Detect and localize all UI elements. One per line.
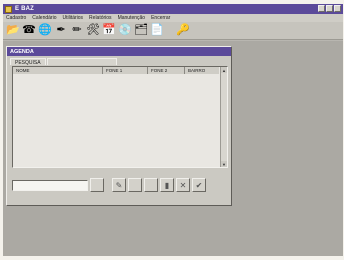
- minimize-button[interactable]: [318, 5, 325, 12]
- ok-icon[interactable]: ✔: [192, 178, 206, 192]
- calendar-icon[interactable]: 📅: [102, 24, 116, 38]
- phone-icon[interactable]: ☎: [22, 24, 36, 38]
- menu-cadastro[interactable]: Cadastro: [6, 15, 26, 21]
- tab-2[interactable]: [46, 58, 117, 65]
- app-titlebar: E BAZ: [3, 4, 343, 14]
- close-button[interactable]: [334, 5, 341, 12]
- app-icon: [5, 5, 12, 13]
- column-nome[interactable]: NOME: [13, 67, 103, 74]
- pencil-icon[interactable]: ✏: [70, 24, 84, 38]
- tools-icon[interactable]: 🛠: [86, 24, 100, 38]
- grid-scrollbar[interactable]: ▲ ▼: [220, 67, 227, 167]
- menu-encerrar[interactable]: Encerrar: [151, 15, 170, 21]
- column-bairro[interactable]: BAIRRO: [185, 67, 219, 74]
- maximize-button[interactable]: [326, 5, 333, 12]
- menu-manutencao[interactable]: Manutenção: [118, 15, 146, 21]
- page-icon[interactable]: 📄: [150, 24, 164, 38]
- first-icon[interactable]: [128, 178, 142, 192]
- scroll-up-icon[interactable]: ▲: [221, 67, 227, 73]
- pen-icon[interactable]: ✒: [54, 24, 68, 38]
- column-fone1[interactable]: FONE 1: [103, 67, 148, 74]
- agenda-controls: ✎ ▮ ✕ ✔: [12, 178, 206, 192]
- agenda-tabs: PESQUISA: [10, 58, 118, 66]
- contacts-grid[interactable]: NOME FONE 1 FONE 2 BAIRRO ▲ ▼: [12, 66, 228, 168]
- delete-icon[interactable]: ✕: [176, 178, 190, 192]
- menu-bar: Cadastro Calendário Utilitários Relatóri…: [3, 14, 343, 22]
- globe-icon[interactable]: 🌐: [38, 24, 52, 38]
- menu-calendario[interactable]: Calendário: [32, 15, 56, 21]
- tab-pesquisa[interactable]: PESQUISA: [10, 58, 46, 66]
- folder-icon[interactable]: 📂: [6, 24, 20, 38]
- menu-utilitarios[interactable]: Utilitários: [62, 15, 83, 21]
- app-title: E BAZ: [15, 6, 34, 12]
- edit-icon[interactable]: ✎: [112, 178, 126, 192]
- mdi-workspace: AGENDA PESQUISA NOME FONE 1 FONE 2 BAIRR…: [3, 41, 343, 256]
- desktop: E BAZ Cadastro Calendário Utilitários Re…: [3, 4, 343, 256]
- menu-relatorios[interactable]: Relatórios: [89, 15, 112, 21]
- disk-icon[interactable]: 💿: [118, 24, 132, 38]
- agenda-window: AGENDA PESQUISA NOME FONE 1 FONE 2 BAIRR…: [6, 46, 232, 206]
- prev-icon[interactable]: [144, 178, 158, 192]
- search-input[interactable]: [12, 179, 88, 191]
- card-icon[interactable]: 🗂: [134, 24, 148, 38]
- agenda-title: AGENDA: [7, 47, 231, 56]
- search-button[interactable]: [90, 178, 104, 192]
- main-toolbar: 📂 ☎ 🌐 ✒ ✏ 🛠 📅 💿 🗂 📄 🔑: [3, 22, 343, 40]
- scroll-down-icon[interactable]: ▼: [221, 161, 227, 167]
- grid-header: NOME FONE 1 FONE 2 BAIRRO: [13, 67, 219, 74]
- column-fone2[interactable]: FONE 2: [148, 67, 185, 74]
- next-icon[interactable]: ▮: [160, 178, 174, 192]
- key-icon[interactable]: 🔑: [176, 24, 190, 38]
